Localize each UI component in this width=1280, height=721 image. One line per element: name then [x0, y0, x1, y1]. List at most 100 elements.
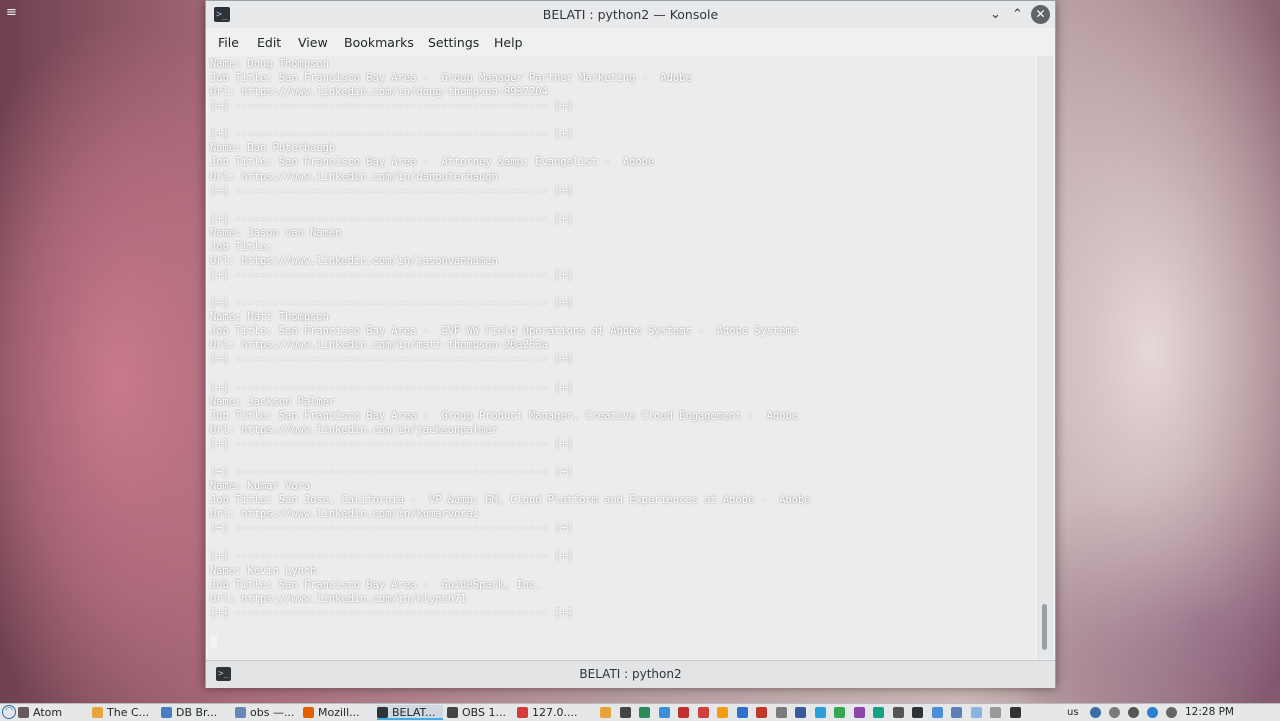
- task-app-icon: [161, 707, 172, 718]
- task-app-icon: [517, 707, 528, 718]
- tray-app-icon[interactable]: [892, 707, 904, 718]
- task-label: DB Br...: [176, 706, 218, 719]
- task-label: The C...: [107, 706, 150, 719]
- terminal-line: Job Title: San Francisco Bay Area - EVP …: [210, 325, 799, 338]
- terminal-line: [+] ------------------------------------…: [210, 184, 573, 197]
- system-tray-icon[interactable]: [1147, 707, 1158, 718]
- tray-app-icon[interactable]: [775, 707, 787, 718]
- terminal-line: Name: Kumar Vora: [210, 480, 311, 493]
- terminal-output[interactable]: Name: Doug Thompson Job Title: San Franci…: [208, 56, 1035, 659]
- terminal-line: [+] ------------------------------------…: [210, 522, 573, 535]
- taskbar-task[interactable]: Mozill...: [303, 705, 373, 720]
- terminal-line: [+] ------------------------------------…: [210, 606, 573, 619]
- task-label: obs —...: [250, 706, 295, 719]
- desktop-menu-icon[interactable]: ≡: [6, 6, 20, 20]
- tray-app-icon[interactable]: [1009, 707, 1021, 718]
- terminal-line: Url: https://www.linkedin.com/in/jackson…: [210, 423, 498, 436]
- terminal-scrollbar[interactable]: [1037, 56, 1053, 659]
- keyboard-layout-indicator[interactable]: us: [1067, 705, 1079, 720]
- tray-app-icon[interactable]: [756, 707, 767, 718]
- tray-app-icon[interactable]: [600, 707, 611, 718]
- taskbar-task[interactable]: BELAT...: [377, 705, 443, 720]
- tray-app-icon[interactable]: [717, 707, 728, 718]
- taskbar-task[interactable]: The C...: [92, 705, 157, 720]
- tray-app-icon[interactable]: [951, 707, 962, 718]
- task-label: Mozill...: [318, 706, 360, 719]
- close-icon[interactable]: ✕: [1031, 5, 1050, 24]
- terminal-line: Url: https://www.linkedin.com/in/kumarvo…: [210, 508, 479, 521]
- tray-app-icon[interactable]: [678, 707, 689, 718]
- taskbar-task[interactable]: DB Br...: [161, 705, 231, 720]
- tray-app-icon[interactable]: [931, 707, 943, 718]
- terminal-line: [+] ------------------------------------…: [210, 297, 573, 310]
- task-app-icon: [18, 707, 29, 718]
- menu-settings[interactable]: Settings: [428, 35, 479, 50]
- application-launcher-icon[interactable]: ◠: [2, 705, 16, 719]
- terminal-line: Url: https://www.linkedin.com/in/jasonva…: [210, 254, 498, 267]
- terminal-cursor: [211, 636, 217, 648]
- terminal-line: [+] ------------------------------------…: [210, 212, 573, 225]
- menu-help[interactable]: Help: [494, 35, 523, 50]
- terminal-line: Name: Jason van Namen: [210, 226, 342, 239]
- tray-app-icon[interactable]: [912, 707, 923, 718]
- system-tray-icon[interactable]: [1090, 707, 1101, 718]
- tray-app-icon[interactable]: [970, 707, 982, 718]
- menu-view[interactable]: View: [298, 35, 328, 50]
- task-app-icon: [377, 707, 388, 718]
- tray-app-icon[interactable]: [697, 707, 709, 718]
- terminal-line: Url: https://www.linkedin.com/in/klynch7…: [210, 592, 467, 605]
- minimize-icon[interactable]: ⌄: [986, 5, 1005, 24]
- scrollbar-thumb[interactable]: [1042, 604, 1047, 650]
- task-app-icon: [303, 707, 314, 718]
- task-app-icon: [235, 707, 246, 718]
- terminal-line: [+] ------------------------------------…: [210, 353, 573, 366]
- terminal-line: [+] ------------------------------------…: [210, 269, 573, 282]
- taskbar-task[interactable]: OBS 1...: [447, 705, 513, 720]
- tab-bar: >_ BELATI : python2: [206, 660, 1055, 688]
- tray-app-icon[interactable]: [814, 707, 826, 718]
- terminal-line: Job Title: San Jose, California - VP &am…: [210, 494, 811, 507]
- system-tray-icon[interactable]: [1109, 707, 1120, 718]
- terminal-line: Job Title:: [210, 240, 273, 253]
- terminal-line: [+] ------------------------------------…: [210, 466, 573, 479]
- taskbar: ◠ Atom The C... DB Br... obs —... Mozill... B…: [0, 703, 1280, 721]
- menu-edit[interactable]: Edit: [257, 35, 281, 50]
- tray-app-icon[interactable]: [658, 707, 670, 718]
- tray-app-icon[interactable]: [834, 707, 845, 718]
- terminal-line: Name: Matt Thompson: [210, 311, 329, 324]
- terminal-line: Url: https://www.linkedin.com/in/matt-th…: [210, 339, 548, 352]
- terminal-line: [+] ------------------------------------…: [210, 437, 573, 450]
- terminal-line: [+] ------------------------------------…: [210, 100, 573, 113]
- tray-app-icon[interactable]: [639, 707, 650, 718]
- system-tray-icon[interactable]: [1128, 707, 1139, 718]
- tray-app-icon[interactable]: [873, 707, 884, 718]
- tray-app-icon[interactable]: [619, 707, 631, 718]
- menu-bar: File Edit View Bookmarks Settings Help: [206, 29, 1055, 55]
- task-label: 127.0....: [532, 706, 578, 719]
- menu-bookmarks[interactable]: Bookmarks: [344, 35, 414, 50]
- tray-app-icon[interactable]: [990, 707, 1001, 718]
- terminal-line: Url: https://www.linkedin.com/in/danpute…: [210, 170, 498, 183]
- maximize-icon[interactable]: ⌃: [1008, 5, 1027, 24]
- system-tray-icon[interactable]: [1166, 707, 1177, 718]
- tray-app-icon[interactable]: [736, 707, 748, 718]
- terminal-line: [+] ------------------------------------…: [210, 381, 573, 394]
- konsole-window: >_ BELATI : python2 — Konsole ⌄ ⌃ ✕ File…: [205, 0, 1056, 688]
- task-app-icon: [447, 707, 458, 718]
- terminal-line: [+] ------------------------------------…: [210, 550, 573, 563]
- terminal-line: Url: https://www.linkedin.com/in/doug-th…: [210, 86, 548, 99]
- terminal-line: Job Title: San Francisco Bay Area - Grou…: [210, 409, 799, 422]
- tab-belati-python2[interactable]: BELATI : python2: [206, 667, 1055, 681]
- terminal-line: [+] ------------------------------------…: [210, 128, 573, 141]
- terminal-line: Name: Kevin Lynch: [210, 564, 317, 577]
- tray-app-icon[interactable]: [853, 707, 865, 718]
- taskbar-task[interactable]: Atom: [18, 705, 88, 720]
- terminal-line: Name: Doug Thompson: [210, 58, 329, 70]
- clock[interactable]: 12:28 PM: [1185, 705, 1234, 720]
- title-bar[interactable]: >_ BELATI : python2 — Konsole ⌄ ⌃ ✕: [206, 1, 1055, 28]
- menu-file[interactable]: File: [218, 35, 239, 50]
- task-app-icon: [92, 707, 103, 718]
- taskbar-task[interactable]: obs —...: [235, 705, 299, 720]
- taskbar-task[interactable]: 127.0....: [517, 705, 587, 720]
- tray-app-icon[interactable]: [795, 707, 806, 718]
